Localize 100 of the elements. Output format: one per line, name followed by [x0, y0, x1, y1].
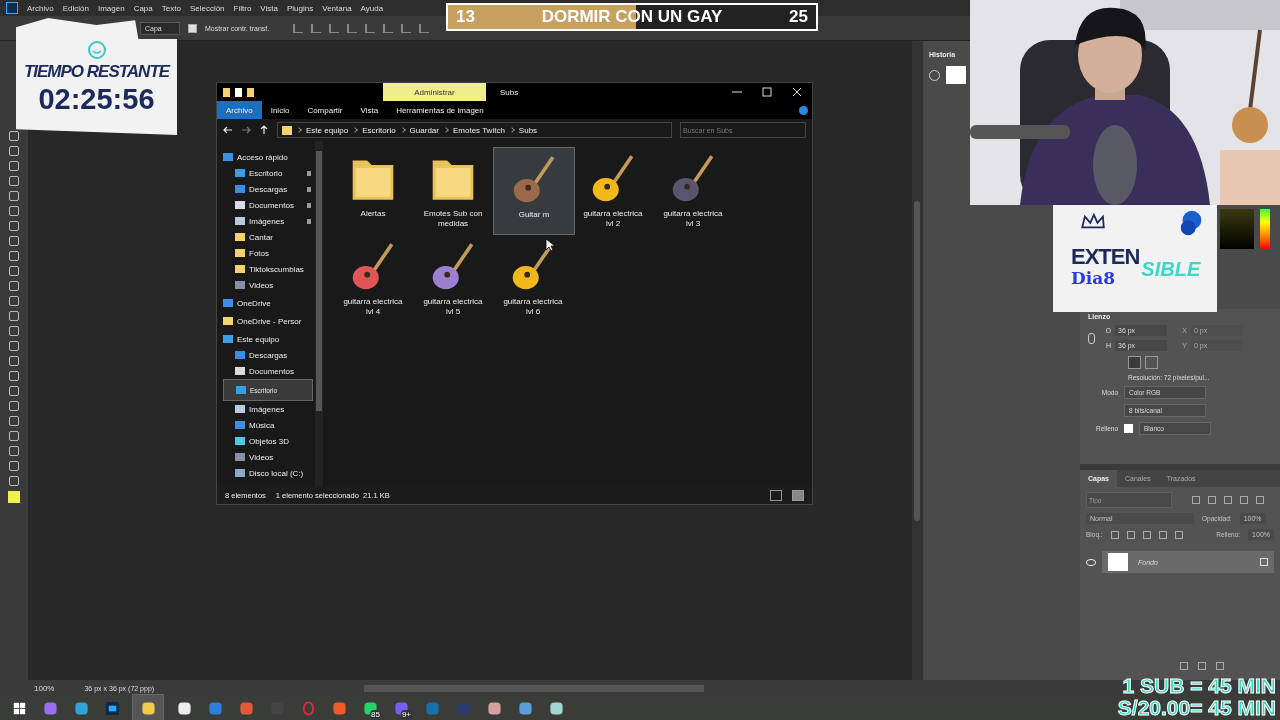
file-item[interactable]: Alertas — [333, 147, 413, 235]
align-icon[interactable] — [383, 23, 394, 33]
align-icon[interactable] — [365, 23, 376, 33]
menu-item[interactable]: Imagen — [97, 3, 125, 13]
taskbar-app-icon[interactable] — [132, 694, 164, 720]
menu-item[interactable]: Edición — [62, 3, 89, 13]
snapshot-thumbnail — [946, 66, 966, 84]
breadcrumb[interactable]: Emotes Twitch — [452, 125, 505, 135]
file-item[interactable]: Emotes Sub con medidas — [413, 147, 493, 235]
menu-item[interactable]: Filtro — [233, 3, 252, 13]
align-icon[interactable] — [311, 23, 322, 33]
tiles-view-icon[interactable] — [792, 490, 804, 501]
file-name: guitarra electrica lvl 5 — [422, 297, 484, 317]
banner-day: Dia8 — [1071, 267, 1140, 288]
menu-item[interactable]: Selección — [189, 3, 225, 13]
nav-item[interactable]: Este equipo — [223, 331, 315, 347]
up-icon[interactable] — [259, 125, 269, 135]
scrollbar[interactable] — [316, 151, 322, 411]
file-name: guitarra electrica lvl 6 — [502, 297, 564, 317]
align-icon[interactable] — [419, 23, 430, 33]
app-logo-icon — [6, 2, 18, 14]
nav-item[interactable]: Objetos 3D — [223, 433, 315, 449]
file-name: guitarra electrica lvl 4 — [342, 297, 404, 317]
nav-item[interactable]: Escritorio — [223, 165, 315, 181]
file-item[interactable]: guitarra electrica lvl 6 — [493, 235, 573, 323]
breadcrumb[interactable]: Este equipo — [306, 125, 349, 135]
scrollbar[interactable] — [364, 684, 705, 692]
help-icon[interactable] — [799, 105, 808, 115]
nav-icon — [236, 386, 246, 394]
file-item[interactable]: guitarra electrica lvl 4 — [333, 235, 413, 323]
menu-item[interactable]: Texto — [161, 3, 181, 13]
nav-item[interactable]: Fotos — [223, 245, 315, 261]
file-item[interactable]: guitarra electrica lvl 3 — [653, 147, 733, 235]
nav-item[interactable]: Tiktokscumbias — [223, 261, 315, 277]
color-swatch[interactable] — [1124, 424, 1133, 433]
taskbar-app-icon[interactable] — [393, 700, 409, 716]
nav-item[interactable]: Acceso rápido — [223, 149, 315, 165]
ribbon-tab[interactable]: Compartir — [298, 101, 352, 119]
cursor-icon — [545, 238, 555, 252]
address-bar[interactable]: Este equipo Escritorio Guardar Emotes Twitch Subs — [277, 122, 672, 138]
breadcrumb[interactable]: Guardar — [409, 125, 439, 135]
color-spectrum — [1260, 209, 1270, 249]
timer-value: 02:25:56 — [38, 83, 155, 114]
menu-item[interactable]: Plugins — [287, 3, 314, 13]
rate-text: 1 SUB = 45 MIN — [1122, 675, 1276, 697]
nav-item[interactable]: Disco local (C:) — [223, 465, 315, 481]
ribbon-tab[interactable]: Herramientas de imagen — [387, 101, 493, 119]
file-item[interactable]: guitarra electrica lvl 2 — [573, 147, 653, 235]
layer-action-icon[interactable] — [1180, 662, 1188, 670]
portrait-icon[interactable] — [1128, 356, 1141, 369]
contextual-tab[interactable]: Administrar — [383, 83, 486, 101]
banner-word: EXTEN — [1071, 245, 1140, 268]
nav-item[interactable]: Documentos — [223, 363, 315, 379]
layer-action-icon[interactable] — [1216, 662, 1224, 670]
nav-item[interactable]: Cantar — [223, 229, 315, 245]
goal-current: 13 — [456, 7, 475, 27]
nav-item[interactable]: OneDrive — [223, 295, 315, 311]
landscape-icon[interactable] — [1145, 356, 1158, 369]
smiley-icon — [86, 39, 107, 60]
nav-item[interactable]: OneDrive - Persor — [223, 313, 315, 329]
nav-item[interactable]: Imágenes — [223, 401, 315, 417]
back-icon[interactable] — [223, 125, 233, 135]
scrollbar[interactable] — [914, 201, 920, 521]
nav-item[interactable]: Videos — [223, 277, 315, 293]
menu-item[interactable]: Ventana — [322, 3, 352, 13]
nav-item[interactable]: Música — [223, 417, 315, 433]
menu-item[interactable]: Ayuda — [360, 3, 384, 13]
nav-item[interactable]: Descargas — [223, 347, 315, 363]
color-swatch[interactable] — [8, 491, 20, 503]
ribbon-tab[interactable]: Vista — [351, 101, 388, 119]
nav-item[interactable]: Videos — [223, 449, 315, 465]
align-icon[interactable] — [293, 23, 304, 33]
ribbon-tab[interactable]: Archivo — [217, 101, 262, 119]
file-name: Alertas — [359, 209, 387, 219]
breadcrumb[interactable]: Escritorio — [362, 125, 396, 135]
color-picker[interactable] — [1220, 209, 1254, 249]
menu-item[interactable]: Vista — [260, 3, 278, 13]
ribbon-tab[interactable]: Inicio — [261, 101, 299, 119]
nav-item[interactable]: Descargas — [223, 181, 315, 197]
layer-action-icon[interactable] — [1198, 662, 1206, 670]
menu-item[interactable]: Capa — [133, 3, 153, 13]
zoom-level: 100% — [34, 683, 55, 693]
file-item[interactable]: Guitar m — [493, 147, 575, 235]
forward-icon[interactable] — [241, 125, 251, 135]
crown-icon — [1079, 213, 1107, 231]
align-icon[interactable] — [401, 23, 412, 33]
taskbar-app-icon[interactable] — [362, 700, 378, 716]
file-item[interactable]: guitarra electrica lvl 5 — [413, 235, 493, 323]
goal-target: 25 — [789, 7, 808, 27]
menu-item[interactable]: Archivo — [27, 3, 54, 13]
align-icon[interactable] — [347, 23, 358, 33]
align-icon[interactable] — [329, 23, 340, 33]
checkbox[interactable] — [188, 23, 197, 33]
window-title: Subs — [500, 87, 520, 97]
banner-word: SIBLE — [1141, 257, 1201, 280]
details-view-icon[interactable] — [770, 490, 782, 501]
nav-item[interactable]: Imágenes — [223, 213, 315, 229]
layer-thumbnail — [1108, 553, 1128, 571]
nav-item[interactable]: Documentos — [223, 197, 315, 213]
breadcrumb[interactable]: Subs — [518, 125, 538, 135]
